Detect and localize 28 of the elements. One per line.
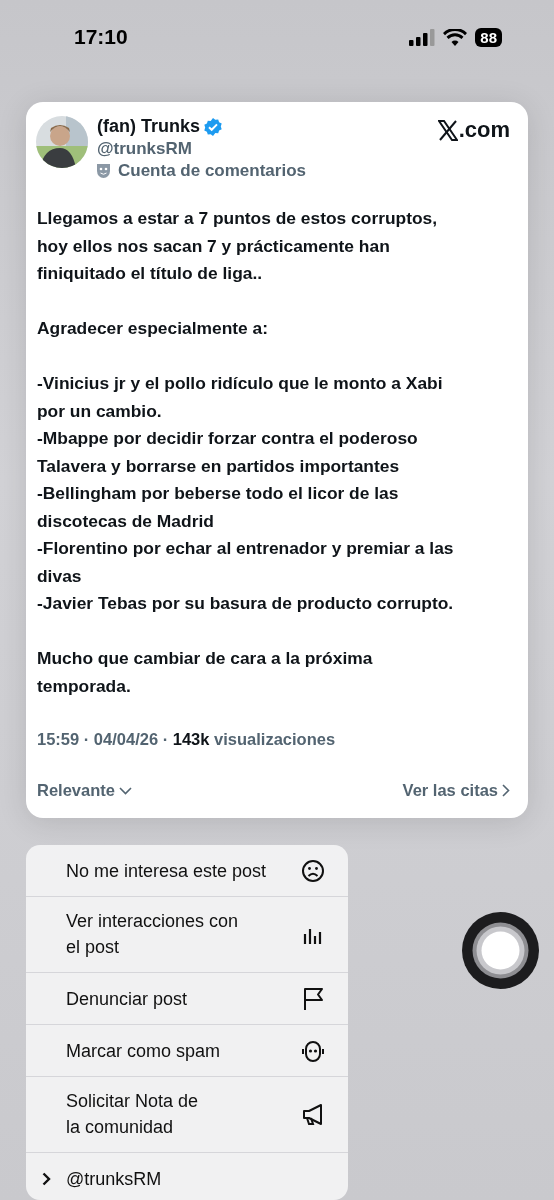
quotes-link[interactable]: Ver las citas (402, 781, 510, 800)
account-label: Cuenta de comentarios (118, 161, 306, 181)
signal-icon (409, 28, 436, 46)
post-paragraph: Llegamos a estar a 7 puntos de estos corruptos, hoy ellos nos sacan 7 y prácticamente han finiquitado el título de liga.. (37, 207, 439, 285)
menu-item[interactable]: No me interesa este post (26, 845, 348, 897)
sad-face-icon (300, 857, 326, 884)
site-domain: .com (458, 118, 510, 142)
assistive-touch-button[interactable] (462, 912, 539, 989)
menu-item[interactable]: Ver interacciones con el post (26, 897, 348, 973)
battery-level: 88 (475, 27, 502, 47)
sort-dropdown[interactable]: Relevante (37, 781, 132, 800)
chevron-down-icon (118, 786, 132, 795)
chevron-right-icon (502, 784, 510, 797)
menu-item[interactable]: Marcar como spam (26, 1025, 348, 1077)
menu-item[interactable]: Denunciar post (26, 973, 348, 1025)
author-handle: @trunksRM (97, 139, 193, 159)
menu-item[interactable]: Solicitar Nota de la comunidad (26, 1077, 348, 1153)
post-paragraph: Mucho que cambiar de cara a la próxima temporada. (37, 647, 374, 698)
post-paragraph: Agradecer especialmente a: (37, 317, 270, 340)
chevron-icon (42, 1172, 51, 1186)
author-name: (fan) Trunks (97, 116, 200, 137)
menu-item[interactable]: @trunksRM (26, 1153, 348, 1200)
clock-time: 17:10 (74, 25, 128, 49)
post-paragraph: -Vinicius jr y el pollo ridículo que le monto a Xabi por un cambio. -Mbappe por decidir forzar contra el poderoso Talavera y borrarse en partidos importantes -Bellingham por beberse todo el licor de las discotecas de Madrid -Florentino por echar al entrenador y premiar a las divas -Javier Tebas por su basura de producto corrupto. (37, 372, 455, 615)
mask-icon (97, 164, 110, 178)
x-logo-icon (437, 120, 458, 141)
wifi-icon (443, 28, 468, 46)
post-meta: 15:59 · 04/04/26 · 143k visualizaciones (36, 730, 337, 749)
